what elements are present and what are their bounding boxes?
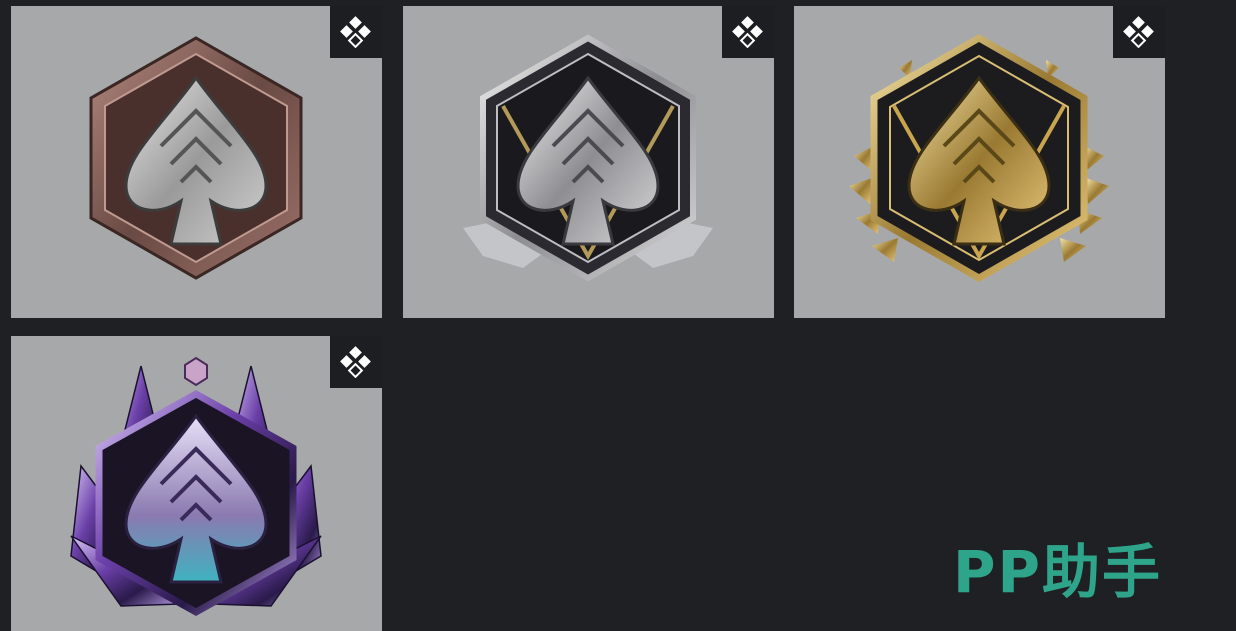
- diamond-grid-icon: [732, 16, 763, 48]
- emblem-card-iridescent[interactable]: [11, 336, 382, 631]
- emblem-card-gold[interactable]: [794, 6, 1165, 318]
- spade-emblem-bronze-icon: [89, 36, 303, 280]
- diamond-grid-icon: [340, 16, 371, 48]
- corner-badge: [1113, 6, 1165, 58]
- corner-badge: [722, 6, 774, 58]
- spade-emblem-gold-icon: [849, 33, 1109, 283]
- diamond-grid-icon: [1123, 16, 1154, 48]
- corner-badge: [330, 336, 382, 388]
- cut-off-caption: [690, 622, 1180, 631]
- watermark-text: PP助手: [953, 538, 1163, 606]
- watermark: PP助手: [953, 532, 1162, 606]
- corner-badge: [330, 6, 382, 58]
- spade-emblem-silver-icon: [463, 34, 713, 282]
- emblem-card-bronze[interactable]: [11, 6, 382, 318]
- spade-emblem-iridescent-icon: [70, 356, 322, 617]
- emblem-card-silver[interactable]: [403, 6, 774, 318]
- diamond-grid-icon: [340, 346, 371, 378]
